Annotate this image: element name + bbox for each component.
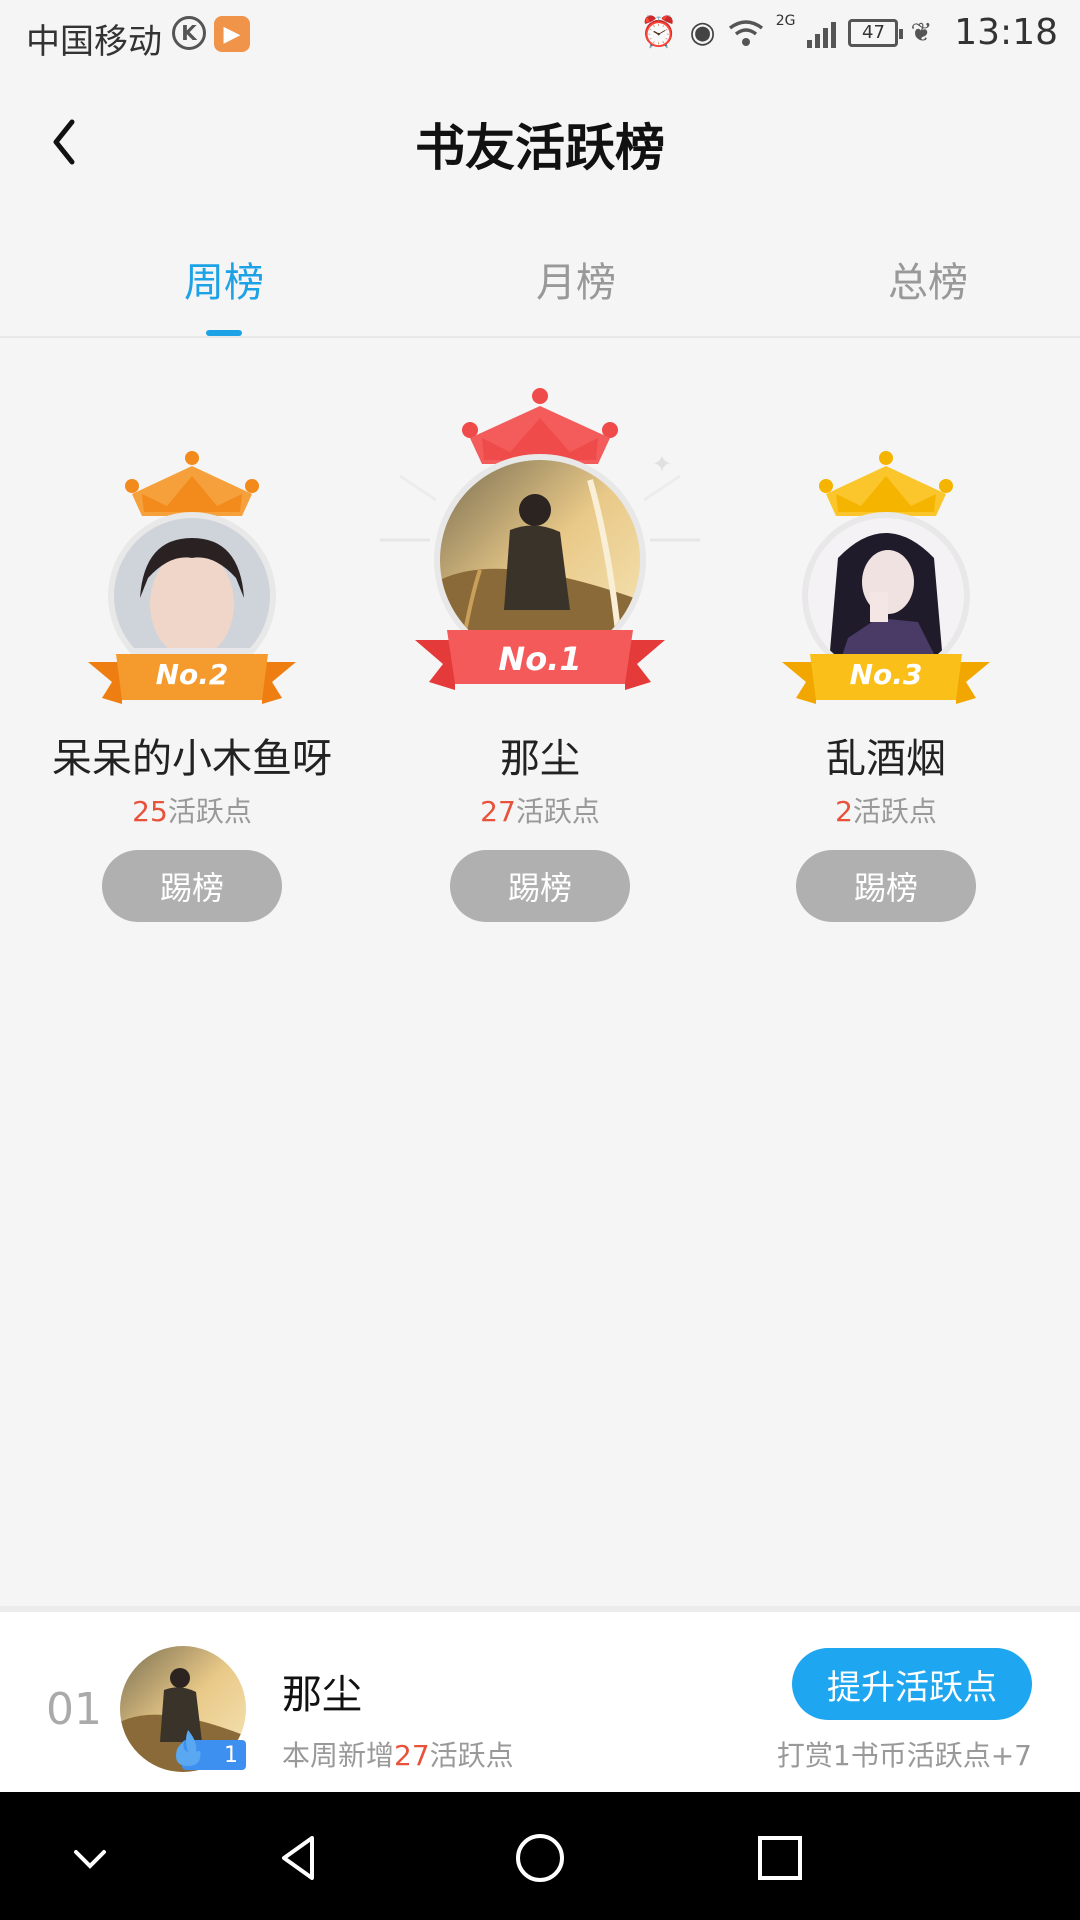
leaf-icon: ❦ [910, 17, 933, 48]
svg-text:✦: ✦ [652, 450, 672, 478]
chevron-down-icon[interactable] [60, 1828, 120, 1888]
tab-total[interactable]: 总榜 [828, 250, 1028, 308]
wifi-icon [728, 19, 763, 46]
points-value: 2 [835, 795, 853, 828]
nav-back-icon[interactable] [270, 1828, 330, 1888]
kick-button[interactable]: 踢榜 [102, 850, 282, 922]
my-points: 27 [394, 1739, 430, 1772]
k-app-icon: K [172, 16, 206, 50]
kick-button[interactable]: 踢榜 [796, 850, 976, 922]
video-app-icon: ▶ [214, 16, 250, 52]
points-suffix: 活跃点 [515, 795, 600, 828]
points-text: 27活跃点 [390, 790, 690, 830]
user-name: 呆呆的小木鱼呀 [52, 736, 332, 782]
eye-icon: ◉ [689, 15, 716, 50]
reward-tip: 打赏1书币活跃点+7 [776, 1739, 1032, 1772]
tab-weekly[interactable]: 周榜 [124, 250, 324, 308]
rank-label: No.2 [155, 658, 229, 691]
points-text: 2活跃点 [736, 790, 1036, 830]
signal-icon [807, 18, 837, 48]
my-rank-number: 01 [46, 1684, 102, 1735]
points-value: 27 [480, 795, 516, 828]
nav-home-icon[interactable] [510, 1828, 570, 1888]
my-activity-text: 本周新增27活跃点 [282, 1739, 514, 1772]
header: 书友活跃榜 [0, 72, 1080, 214]
page-title: 书友活跃榜 [415, 119, 665, 177]
crown-icon [819, 451, 953, 516]
crown-icon [125, 451, 259, 516]
rank-label: No.1 [498, 640, 582, 678]
points-suffix: 活跃点 [167, 795, 252, 828]
battery-icon: 47 [848, 18, 904, 47]
points-value: 25 [132, 795, 168, 828]
status-bar: 中国移动 K ▶ ⏰ ◉ 2G 47 ❦ 13:18 [0, 0, 1080, 72]
carrier-label: 中国移动 [26, 22, 162, 62]
boost-activity-button[interactable]: 提升活跃点 [792, 1648, 1032, 1720]
network-type: 2G [775, 12, 796, 29]
clock: 13:18 [954, 12, 1058, 53]
points-suffix: 活跃点 [852, 795, 937, 828]
flame-icon [176, 1730, 201, 1766]
user-name: 那尘 [500, 736, 580, 782]
alarm-icon: ⏰ [640, 15, 678, 50]
my-name: 那尘 [282, 1672, 362, 1718]
points-text: 25活跃点 [42, 790, 342, 830]
tab-bar: 周榜 月榜 总榜 [0, 214, 1080, 338]
kick-button[interactable]: 踢榜 [450, 850, 630, 922]
rank-label: No.3 [849, 658, 923, 691]
tab-indicator [206, 330, 242, 336]
user-name: 乱酒烟 [826, 736, 946, 782]
tab-monthly[interactable]: 月榜 [476, 250, 676, 308]
system-nav-bar [0, 1792, 1080, 1920]
nav-recents-icon[interactable] [750, 1828, 810, 1888]
my-rank-bar: 01 1 那尘 本周新增27活跃点 提升活跃点 打赏1书币活跃点+7 [0, 1606, 1080, 1792]
